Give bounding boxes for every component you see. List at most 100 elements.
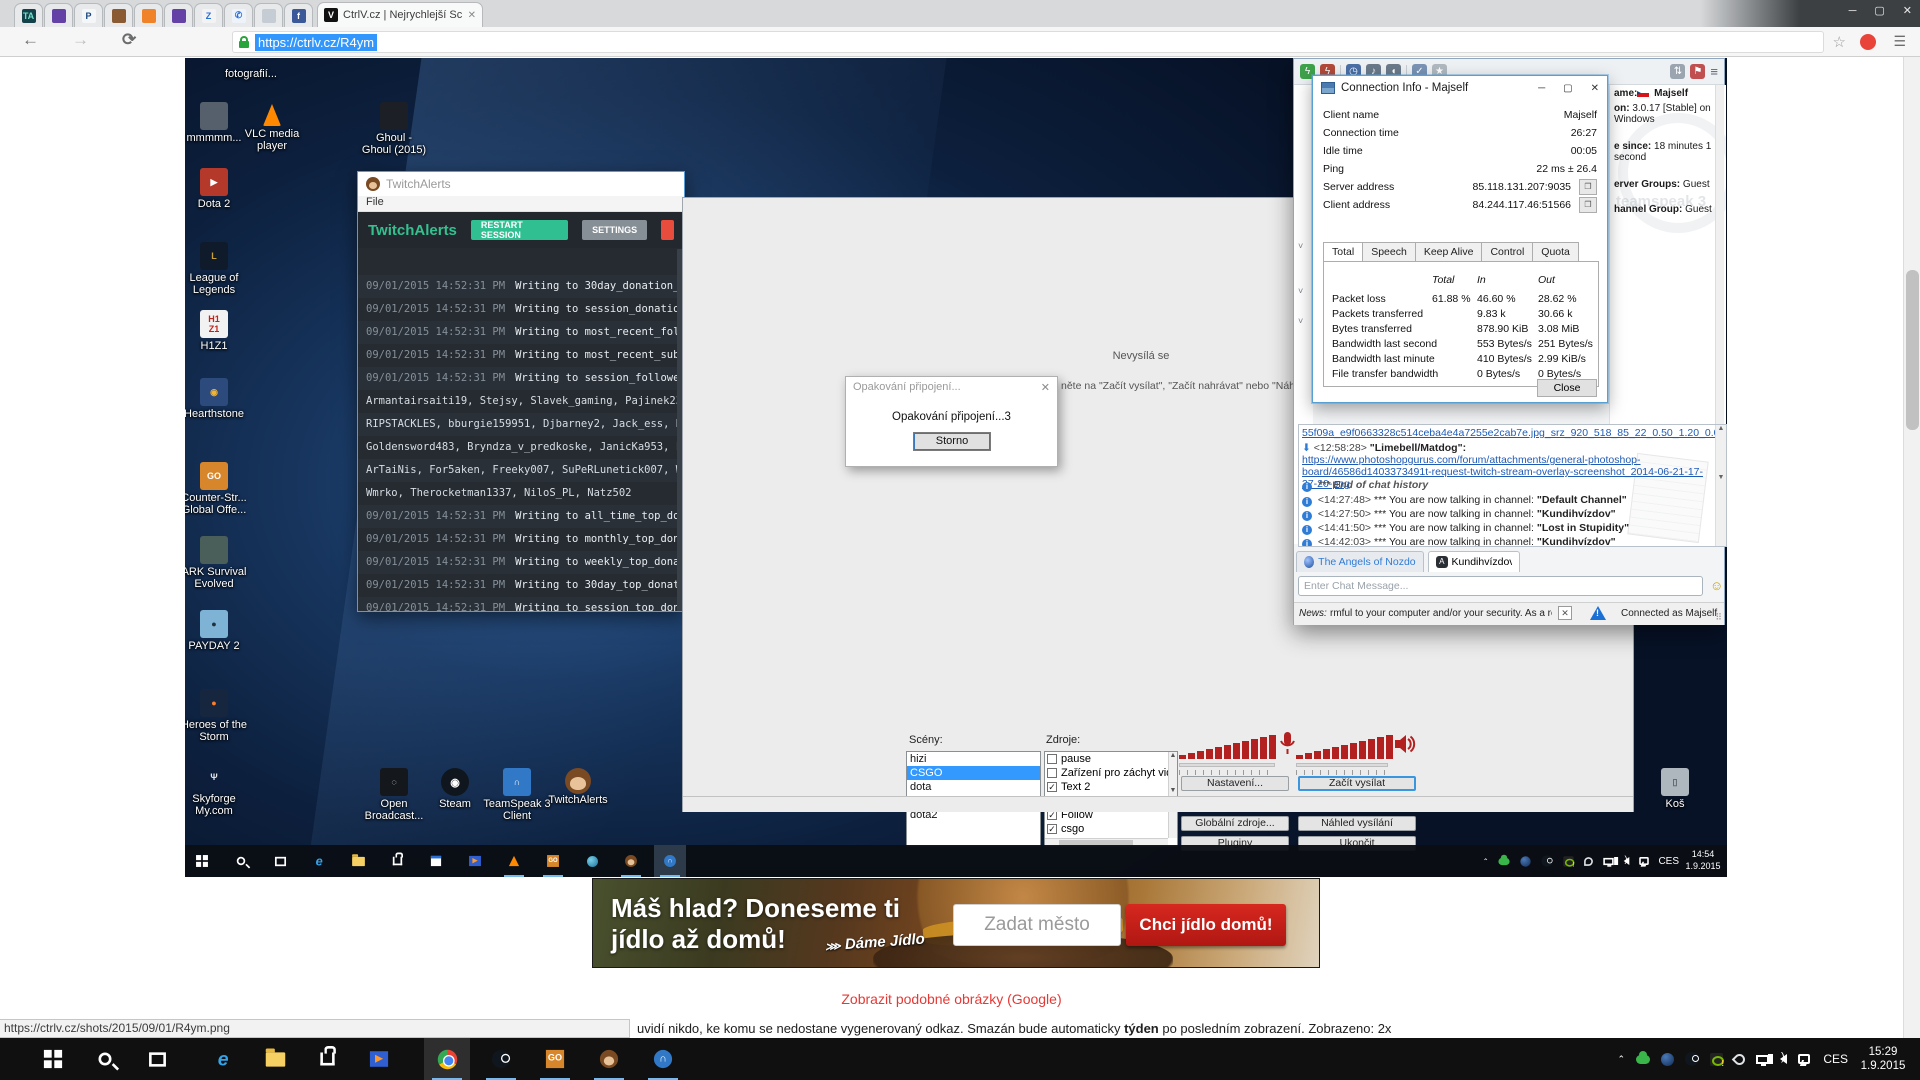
scene-item[interactable]: CSGO <box>907 766 1040 780</box>
tree-collapse-icon[interactable]: ˅ <box>1298 286 1303 296</box>
shot-taskbar-vlc-icon[interactable] <box>498 845 530 877</box>
taskbar-edge-icon[interactable]: e <box>200 1038 246 1080</box>
pinned-tab-paypal[interactable]: P <box>74 3 103 27</box>
cloud-app-icon[interactable] <box>1499 857 1510 864</box>
action-center-icon[interactable] <box>1640 857 1650 865</box>
pinned-tab-game-avatar[interactable] <box>104 3 133 27</box>
desktop-volume-slider[interactable] <box>1296 763 1388 767</box>
sources-vscrollbar[interactable]: ▲▼ <box>1168 752 1177 838</box>
language-indicator[interactable]: CES <box>1823 1038 1848 1080</box>
reconnect-dialog-titlebar[interactable]: Opakování připojení... ✕ <box>846 377 1057 397</box>
pinned-tab-twitchalerts[interactable]: TA <box>14 3 43 27</box>
flag-icon[interactable]: ⚑ <box>1690 64 1705 79</box>
volume-icon[interactable] <box>1780 1054 1787 1064</box>
storno-button[interactable]: Storno <box>913 432 991 451</box>
browser-menu-icon[interactable]: ☰ <box>1893 33 1906 50</box>
info-panel-scrollbar[interactable] <box>1715 85 1724 425</box>
tray-chevron-icon[interactable]: ⌃ <box>1483 857 1489 866</box>
connection-info-titlebar[interactable]: Connection Info - Majself ─ ▢ ✕ <box>1313 76 1607 100</box>
chat-tab-channel[interactable]: AKundihvízdov <box>1428 551 1520 572</box>
back-button[interactable]: ← <box>22 30 39 50</box>
url-text[interactable]: https://ctrlv.cz/R4ym <box>255 34 377 51</box>
taskbar-steam-icon[interactable] <box>478 1038 524 1080</box>
action-center-icon[interactable] <box>1798 1054 1810 1064</box>
tree-collapse-icon[interactable]: ˅ <box>1298 241 1303 251</box>
source-item[interactable]: Zařízení pro záchyt videa <box>1045 766 1177 780</box>
scene-item[interactable]: hizi <box>907 752 1040 766</box>
extension-badge-icon[interactable] <box>1860 34 1876 50</box>
steam-tray-icon[interactable] <box>1685 1052 1699 1066</box>
taskbar-csgo-icon[interactable]: GO <box>532 1038 578 1080</box>
shot-taskbar-store-icon[interactable] <box>381 845 413 877</box>
shot-taskbar-csgo-icon[interactable]: GO <box>537 845 569 877</box>
desktop-icon-lol[interactable]: LLeague of Legends <box>185 242 252 296</box>
desktop-icon-hots[interactable]: ●Heroes of the Storm <box>185 689 252 743</box>
forward-button[interactable]: → <box>72 30 89 50</box>
tab-close-icon[interactable]: ✕ <box>468 10 476 21</box>
conn-tab-control[interactable]: Control <box>1481 242 1533 262</box>
tab-ctrlv[interactable]: V CtrlV.cz | Nejrychlejší Scre ✕ <box>317 2 483 27</box>
taskbar-clock[interactable]: 15:291.9.2015 <box>1852 1045 1914 1073</box>
desktop-icon-ghoul[interactable]: Ghoul - Ghoul (2015) <box>356 102 432 156</box>
copy-icon[interactable]: ❐ <box>1579 179 1597 195</box>
shot-taskbar-explorer-icon[interactable] <box>342 845 374 877</box>
taskbar-store-icon[interactable] <box>304 1038 350 1080</box>
nvidia-icon[interactable] <box>1710 1053 1723 1066</box>
close-button[interactable]: ✕ <box>1903 2 1912 20</box>
shot-taskbar-edge-icon[interactable]: e <box>303 845 335 877</box>
chat-message-input[interactable] <box>1298 576 1703 596</box>
mic-icon[interactable] <box>1277 731 1297 757</box>
scrollbar-thumb[interactable] <box>1906 270 1919 430</box>
order-food-button[interactable]: Chci jídlo domů! <box>1126 904 1286 946</box>
sort-arrows-icon[interactable]: ⇅ <box>1670 64 1685 79</box>
dialog-close-icon[interactable]: ✕ <box>1591 83 1599 94</box>
dialog-maximize-icon[interactable]: ▢ <box>1563 83 1572 94</box>
scene-item[interactable]: dota <box>907 780 1040 794</box>
source-item[interactable]: pause <box>1045 752 1177 766</box>
taskbar-chrome-icon[interactable] <box>424 1038 470 1080</box>
twitchalerts-file-menu[interactable]: File <box>358 196 684 212</box>
address-bar[interactable]: https://ctrlv.cz/R4ym <box>232 31 1824 53</box>
desktop-icon-skyforge[interactable]: ΨSkyforge My.com <box>185 763 252 817</box>
copy-icon[interactable]: ❐ <box>1579 197 1597 213</box>
desktop-icon-twitchalerts[interactable]: TwitchAlerts <box>540 768 616 806</box>
shot-taskbar-globe-icon[interactable] <box>576 845 608 877</box>
global-sources-button[interactable]: Globální zdroje... <box>1181 816 1289 831</box>
nvidia-icon[interactable] <box>1564 856 1574 866</box>
settings-button[interactable]: Nastavení... <box>1181 776 1289 791</box>
speaker-icon[interactable] <box>1393 732 1417 756</box>
desktop-icon-vlc[interactable]: VLC media player <box>234 102 310 152</box>
taskbar-start-button[interactable] <box>30 1038 76 1080</box>
pinned-tab-facebook[interactable]: f <box>284 3 313 27</box>
warning-triangle-icon[interactable] <box>1590 606 1606 620</box>
maximize-button[interactable]: ▢ <box>1874 2 1884 20</box>
volume-icon[interactable] <box>1624 857 1630 865</box>
teamspeak-menu-icon[interactable]: ≡ <box>1710 64 1718 79</box>
similar-images-link[interactable]: Zobrazit podobné obrázky (Google) <box>0 991 1903 1007</box>
shot-taskbar-twitchalerts-icon[interactable] <box>615 845 647 877</box>
unchecked-checkbox[interactable] <box>1047 754 1057 764</box>
desktop-icon-payday2[interactable]: ●PAYDAY 2 <box>185 610 252 652</box>
network-icon[interactable] <box>1604 857 1614 864</box>
steam-tray-icon[interactable] <box>1542 855 1553 866</box>
desktop-icon-recycle-bin[interactable]: ▯Koš <box>1637 768 1713 810</box>
city-input[interactable] <box>953 904 1121 946</box>
shot-taskbar-mail-icon[interactable]: ▶ <box>459 845 491 877</box>
unchecked-checkbox[interactable] <box>1047 768 1057 778</box>
reconnect-dialog-close-icon[interactable]: ✕ <box>1041 381 1050 394</box>
checked-checkbox[interactable]: ✓ <box>1047 824 1057 834</box>
satellite-icon[interactable] <box>1585 857 1594 866</box>
taskbar-movies-icon[interactable]: ▶ <box>356 1038 402 1080</box>
page-scrollbar[interactable] <box>1903 57 1920 1038</box>
pinned-tab-phone[interactable]: ✆ <box>224 3 253 27</box>
desktop-icon-csgo[interactable]: GOCounter-Str... Global Offe... <box>185 462 252 516</box>
pinned-tab-orange-arrow[interactable] <box>134 3 163 27</box>
pinned-tab-twitch[interactable] <box>44 3 73 27</box>
chat-scrollbar[interactable]: ▲▼ <box>1715 425 1726 546</box>
shot-taskbar-search-icon[interactable] <box>225 845 257 877</box>
desktop-icon-ark[interactable]: ARK Survival Evolved <box>185 536 252 590</box>
preview-stream-button[interactable]: Náhled vysílání <box>1298 816 1416 831</box>
taskbar-search-icon[interactable] <box>82 1038 128 1080</box>
pinned-tab-twitch-2[interactable] <box>164 3 193 27</box>
chat-tab-server[interactable]: The Angels of Nozdormu <box>1296 551 1424 572</box>
